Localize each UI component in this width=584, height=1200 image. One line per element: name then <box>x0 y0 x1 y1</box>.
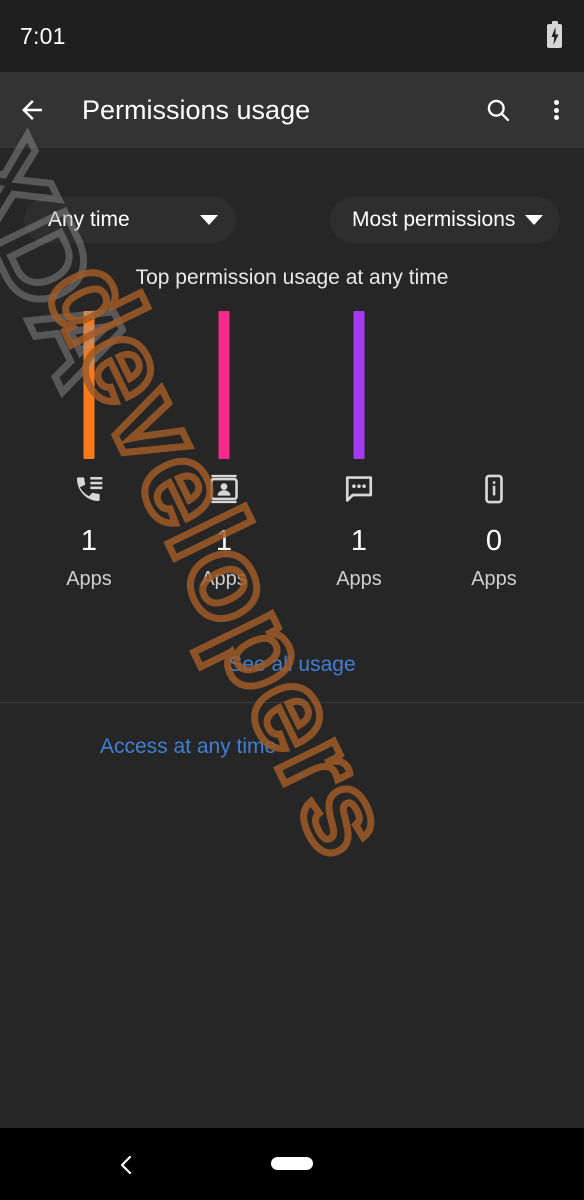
nav-home-pill[interactable] <box>271 1157 313 1170</box>
chart-column-sms[interactable]: 1 Apps <box>286 308 432 628</box>
battery-charging-icon <box>547 21 562 48</box>
dot <box>553 107 559 113</box>
sort-filter-label: Most permissions <box>352 208 516 231</box>
search-icon <box>487 99 510 122</box>
count-value: 0 <box>485 525 503 557</box>
phone-info-glyph <box>485 474 503 504</box>
nav-back-button[interactable] <box>108 1146 146 1184</box>
status-bar-icons <box>547 21 562 48</box>
bar-zone <box>421 308 567 463</box>
count-unit-label: Apps <box>66 568 112 590</box>
bar-sms <box>353 311 365 459</box>
access-at-any-time-link[interactable]: Access at any time <box>100 735 276 759</box>
chart-column-phone[interactable]: 0 Apps <box>421 308 567 628</box>
sort-filter-dropdown[interactable]: Most permissions <box>330 197 560 243</box>
count-unit-label: Apps <box>336 568 382 590</box>
contacts-icon <box>151 463 297 515</box>
bar-zone <box>286 308 432 463</box>
call-log-icon <box>16 463 162 515</box>
count-value: 1 <box>350 525 368 557</box>
dot <box>553 100 559 105</box>
time-filter-dropdown[interactable]: Any time <box>24 197 236 243</box>
search-button[interactable] <box>468 72 528 148</box>
bar-zone <box>16 308 162 463</box>
bar-call-logs <box>83 311 95 459</box>
bar-contacts <box>218 311 230 459</box>
phone-info-icon <box>421 463 567 515</box>
bar-zone <box>151 308 297 463</box>
see-all-usage-link[interactable]: See all usage <box>0 653 584 677</box>
filter-row: Any time Most permissions <box>0 197 584 243</box>
contacts-glyph <box>210 474 238 504</box>
arrow-back-icon <box>22 100 42 120</box>
section-divider <box>0 702 584 703</box>
status-bar-clock: 7:01 <box>20 22 66 49</box>
sms-icon <box>286 463 432 515</box>
chevron-down-icon <box>200 215 218 225</box>
count-value: 1 <box>215 525 233 557</box>
page-title: Permissions usage <box>82 94 311 125</box>
more-vert-icon <box>553 98 559 123</box>
count-unit-label: Apps <box>201 568 247 590</box>
chart-heading: Top permission usage at any time <box>135 266 449 289</box>
overflow-menu-button[interactable] <box>528 72 584 148</box>
permission-usage-chart: 1 Apps 1 Apps 1 Apps 0 Apps <box>0 308 584 628</box>
status-bar: 7:01 <box>0 0 584 72</box>
chevron-down-icon <box>525 215 544 225</box>
time-filter-label: Any time <box>48 208 130 231</box>
sms-glyph <box>345 476 373 502</box>
phone-screen: 7:01 Permissions usage Any time Most per… <box>0 0 584 1200</box>
dot <box>553 115 559 120</box>
chart-column-contacts[interactable]: 1 Apps <box>151 308 297 628</box>
back-button[interactable] <box>0 72 64 148</box>
system-nav-bar <box>0 1128 584 1200</box>
content-area: Any time Most permissions Top permission… <box>0 148 584 1128</box>
chart-column-call-logs[interactable]: 1 Apps <box>16 308 162 628</box>
call-log-glyph <box>77 477 103 501</box>
bolt-glyph <box>551 27 558 45</box>
app-bar: Permissions usage <box>0 72 584 148</box>
count-value: 1 <box>80 525 98 557</box>
nav-back-icon <box>120 1155 132 1175</box>
count-unit-label: Apps <box>471 568 517 590</box>
